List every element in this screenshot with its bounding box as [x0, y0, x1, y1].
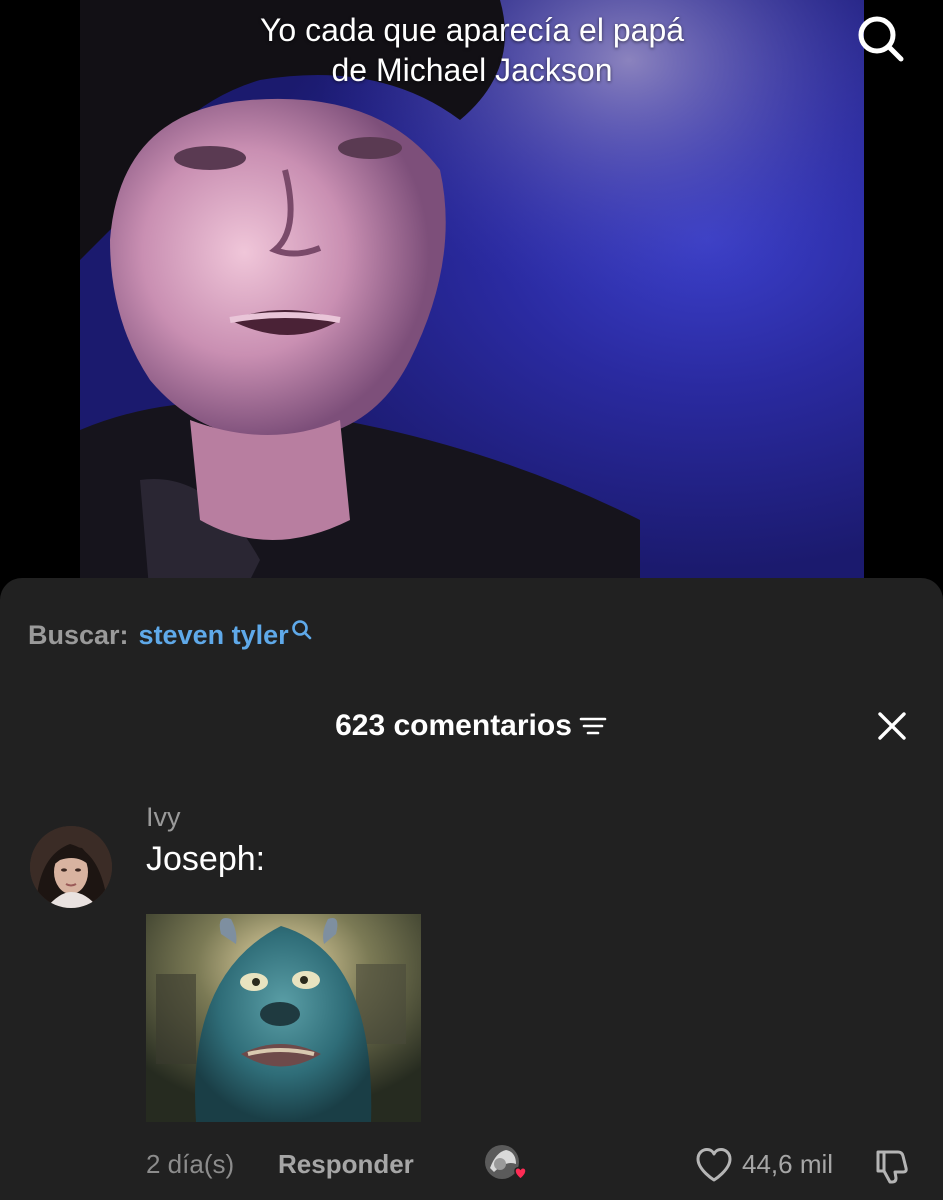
comments-sheet: Buscar: steven tyler 623 comentarios Ivy… [0, 578, 943, 1200]
comments-header: 623 comentarios [0, 706, 943, 746]
comment-image[interactable] [146, 914, 421, 1122]
comment-time: 2 día(s) [146, 1149, 235, 1179]
video-frame[interactable] [80, 0, 864, 600]
caption-line-2: de Michael Jackson [331, 52, 613, 88]
like-count: 44,6 mil [742, 1149, 834, 1179]
search-suggestion[interactable]: Buscar: steven tyler [28, 618, 313, 652]
reply-button[interactable]: Responder [278, 1146, 414, 1182]
close-icon[interactable] [872, 706, 912, 746]
search-icon[interactable] [852, 10, 908, 66]
comment-image-monster [146, 914, 421, 1122]
search-suggestion-label: Buscar: [28, 620, 129, 650]
search-icon [291, 620, 311, 640]
caption-line-1: Yo cada que aparecía el papá [259, 12, 685, 48]
comment-text: Joseph: [146, 840, 266, 878]
filter-lines-icon[interactable] [578, 714, 608, 738]
thumbs-down-icon[interactable] [872, 1146, 912, 1184]
creator-liked-icon [485, 1145, 527, 1180]
comment-item: Ivy Joseph: 2 día(s) Responder 44,6 mil [0, 800, 943, 1200]
comment-username[interactable]: Ivy [146, 800, 181, 834]
avatar-image [30, 826, 112, 908]
avatar[interactable] [30, 826, 112, 908]
comment-count: 623 comentarios [335, 709, 572, 742]
video-person-image [80, 0, 864, 600]
video-player[interactable]: Yo cada que aparecía el papá de Michael … [0, 0, 943, 600]
comment-actions: 2 día(s) Responder 44,6 mil [0, 1142, 943, 1186]
video-caption: Yo cada que aparecía el papá de Michael … [80, 10, 864, 90]
search-suggestion-term[interactable]: steven tyler [139, 618, 289, 652]
heart-icon[interactable] [694, 1146, 734, 1184]
